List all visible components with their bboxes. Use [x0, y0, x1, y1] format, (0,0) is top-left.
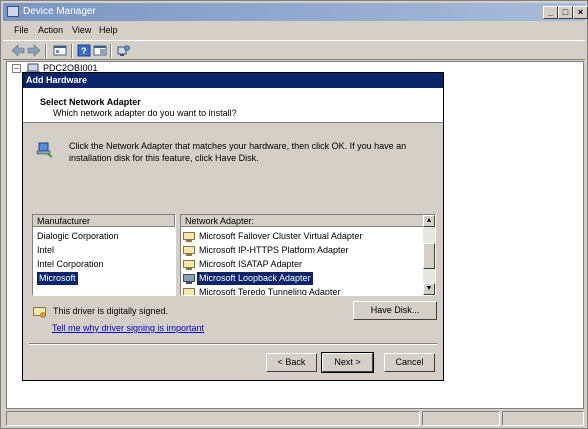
menu-view[interactable]: View	[72, 25, 91, 35]
menu-help[interactable]: Help	[99, 25, 118, 35]
list-item[interactable]: Intel	[37, 244, 54, 257]
driver-signing-link[interactable]: Tell me why driver signing is important	[52, 323, 204, 333]
dialog-heading: Select Network Adapter	[40, 97, 141, 107]
scroll-down-icon[interactable]: ▼	[423, 283, 435, 295]
status-pane	[422, 411, 500, 426]
list-item[interactable]: Intel Corporation	[37, 258, 104, 271]
add-hardware-dialog: Add Hardware Select Network Adapter Whic…	[22, 72, 444, 381]
network-adapter-icon	[36, 141, 54, 159]
minimize-button[interactable]: _	[543, 6, 558, 19]
adapter-icon	[183, 246, 195, 256]
list-item-label: Microsoft ISATAP Adapter	[199, 259, 303, 269]
scroll-up-icon[interactable]: ▲	[423, 215, 435, 227]
dialog-header: Select Network Adapter Which network ada…	[23, 88, 443, 123]
cancel-button[interactable]: Cancel	[384, 353, 435, 372]
dialog-separator	[29, 343, 437, 345]
adapter-icon	[183, 260, 195, 270]
device-manager-icon	[7, 6, 19, 17]
have-disk-button[interactable]: Have Disk...	[353, 301, 437, 320]
dialog-subheading: Which network adapter do you want to ins…	[53, 108, 237, 118]
next-button[interactable]: Next >	[321, 352, 374, 373]
help-icon[interactable]: ?	[77, 44, 91, 57]
dialog-title-bar[interactable]: Add Hardware	[23, 73, 443, 88]
adapter-scrollbar[interactable]: ▲ ▼	[423, 215, 435, 295]
toolbar-separator	[110, 44, 112, 58]
adapter-header: Network Adapter:	[181, 215, 435, 227]
adapter-icon	[183, 232, 195, 242]
list-item[interactable]: Dialogic Corporation	[37, 230, 119, 243]
menu-bar: File Action View Help	[3, 22, 585, 40]
maximize-button[interactable]: □	[558, 6, 573, 19]
menu-action[interactable]: Action	[38, 25, 63, 35]
list-item-label: Microsoft Loopback Adapter	[197, 272, 313, 285]
network-adapter-list[interactable]: Network Adapter: Microsoft Failover Clus…	[180, 214, 436, 296]
menu-file[interactable]: File	[14, 25, 29, 35]
title-bar[interactable]: Device Manager _ □ ×	[3, 3, 588, 21]
show-hide-icon[interactable]	[93, 44, 107, 57]
toolbar-separator	[45, 44, 47, 58]
list-item-selected[interactable]: Microsoft	[37, 272, 78, 285]
collapse-icon[interactable]: −	[12, 64, 21, 73]
toolbar-separator	[71, 44, 73, 58]
manufacturer-header: Manufacturer	[33, 215, 175, 227]
toolbar: ?	[3, 40, 585, 60]
scan-hardware-icon[interactable]	[116, 44, 130, 57]
back-button[interactable]: < Back	[266, 353, 317, 372]
adapter-icon	[183, 288, 195, 295]
status-bar	[6, 411, 584, 426]
signed-driver-icon	[33, 307, 47, 318]
scroll-thumb[interactable]	[423, 243, 435, 269]
properties-icon[interactable]	[53, 44, 67, 57]
close-button[interactable]: ×	[573, 6, 588, 19]
instruction-text: Click the Network Adapter that matches y…	[69, 141, 407, 163]
window-title: Device Manager	[23, 6, 96, 17]
status-pane	[502, 411, 584, 426]
svg-text:?: ?	[81, 46, 87, 56]
forward-arrow-icon[interactable]	[27, 44, 41, 57]
adapter-icon	[183, 274, 195, 284]
list-item-label: Microsoft Failover Cluster Virtual Adapt…	[199, 231, 363, 241]
signed-driver-text: This driver is digitally signed.	[53, 306, 169, 316]
manufacturer-list[interactable]: Manufacturer Dialogic Corporation Intel …	[32, 214, 176, 296]
list-item-label: Microsoft IP-HTTPS Platform Adapter	[199, 245, 349, 255]
status-pane	[6, 411, 420, 426]
back-arrow-icon[interactable]	[11, 44, 25, 57]
list-item-label: Microsoft Teredo Tunneling Adapter	[199, 287, 341, 296]
